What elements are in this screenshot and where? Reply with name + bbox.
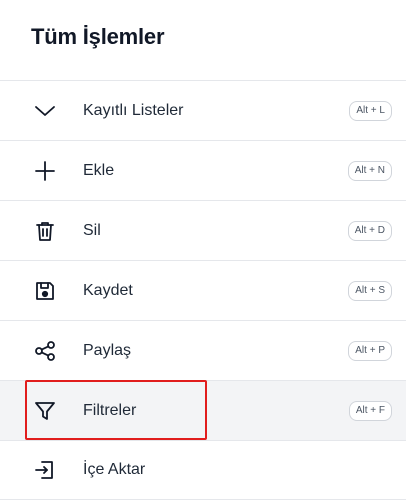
- shortcut-badge: Alt + S: [348, 280, 392, 301]
- shortcut-badge: Alt + P: [348, 340, 392, 361]
- action-label: Ekle: [83, 161, 115, 179]
- action-import[interactable]: İçe Aktar: [0, 440, 406, 500]
- action-add[interactable]: Ekle Alt + N: [0, 140, 406, 200]
- action-save[interactable]: Kaydet Alt + S: [0, 260, 406, 320]
- panel-title: Tüm İşlemler: [31, 24, 165, 49]
- plus-icon: [33, 159, 57, 183]
- action-label: Paylaş: [83, 341, 132, 359]
- action-label: Kaydet: [83, 281, 133, 299]
- trash-icon: [33, 219, 57, 243]
- chevron-down-icon: [33, 99, 57, 123]
- action-label: Filtreler: [83, 401, 137, 419]
- action-filters[interactable]: Filtreler Alt + F: [0, 380, 406, 440]
- save-icon: [33, 279, 57, 303]
- action-delete[interactable]: Sil Alt + D: [0, 200, 406, 260]
- shortcut-badge: Alt + F: [348, 400, 392, 421]
- action-label: İçe Aktar: [83, 461, 146, 478]
- shortcut-badge: Alt + D: [347, 220, 392, 241]
- action-share[interactable]: Paylaş Alt + P: [0, 320, 406, 380]
- filter-icon: [33, 399, 57, 423]
- import-icon: [33, 458, 57, 482]
- all-actions-panel: Tüm İşlemler Kayıtlı Listeler Alt + L Ek…: [0, 0, 406, 500]
- share-icon: [33, 339, 57, 363]
- shortcut-badge: Alt + N: [347, 160, 392, 181]
- action-saved-lists[interactable]: Kayıtlı Listeler Alt + L: [0, 80, 406, 140]
- shortcut-badge: Alt + L: [349, 100, 392, 121]
- action-label: Sil: [83, 221, 101, 239]
- action-label: Kayıtlı Listeler: [83, 101, 184, 119]
- actions-list: Kayıtlı Listeler Alt + L Ekle Alt + N Si…: [0, 80, 406, 500]
